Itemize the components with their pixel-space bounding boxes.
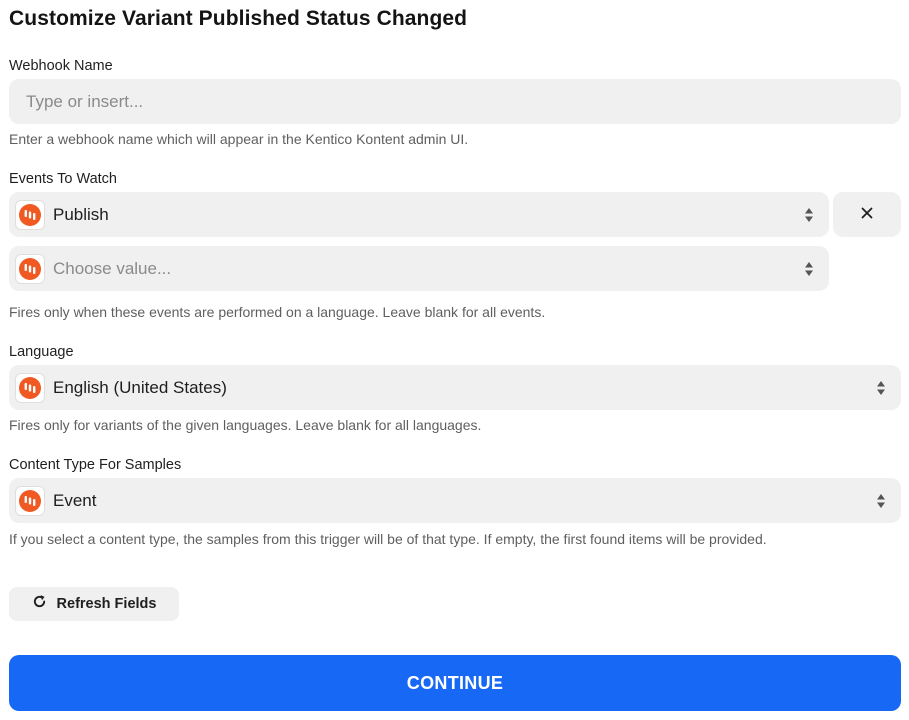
customize-trigger-form: Customize Variant Published Status Chang… [0,0,909,720]
events-select-empty[interactable]: Choose value... [9,246,829,291]
kentico-kontent-app-icon [15,372,45,403]
events-selected-value: Publish [53,204,109,224]
sort-arrows-icon [804,207,814,223]
close-icon [861,206,873,224]
refresh-fields-button[interactable]: Refresh Fields [9,587,179,621]
kentico-kontent-app-icon [15,199,45,230]
continue-label: CONTINUE [406,672,504,693]
remove-event-button[interactable] [833,192,901,237]
language-select[interactable]: English (United States) [9,365,901,410]
continue-button[interactable]: CONTINUE [9,655,901,711]
events-to-watch-help: Fires only when these events are perform… [9,304,546,320]
refresh-icon [32,594,47,614]
kentico-kontent-app-icon [15,253,45,284]
webhook-name-placeholder: Type or insert... [26,91,144,111]
webhook-name-help: Enter a webhook name which will appear i… [9,131,469,147]
kentico-kontent-app-icon [15,485,45,516]
language-label: Language [9,344,74,360]
events-empty-placeholder: Choose value... [53,258,172,278]
events-select-publish[interactable]: Publish [9,192,829,237]
language-help: Fires only for variants of the given lan… [9,417,482,433]
content-type-label: Content Type For Samples [9,457,182,473]
refresh-fields-label: Refresh Fields [56,596,157,612]
sort-arrows-icon [804,261,814,277]
sort-arrows-icon [876,380,886,396]
webhook-name-input[interactable]: Type or insert... [9,79,901,124]
content-type-help: If you select a content type, the sample… [9,531,767,547]
content-type-selected-value: Event [53,490,97,510]
events-to-watch-label: Events To Watch [9,171,117,187]
language-selected-value: English (United States) [53,377,227,397]
content-type-select[interactable]: Event [9,478,901,523]
sort-arrows-icon [876,493,886,509]
page-title: Customize Variant Published Status Chang… [9,7,468,30]
webhook-name-label: Webhook Name [9,58,113,74]
